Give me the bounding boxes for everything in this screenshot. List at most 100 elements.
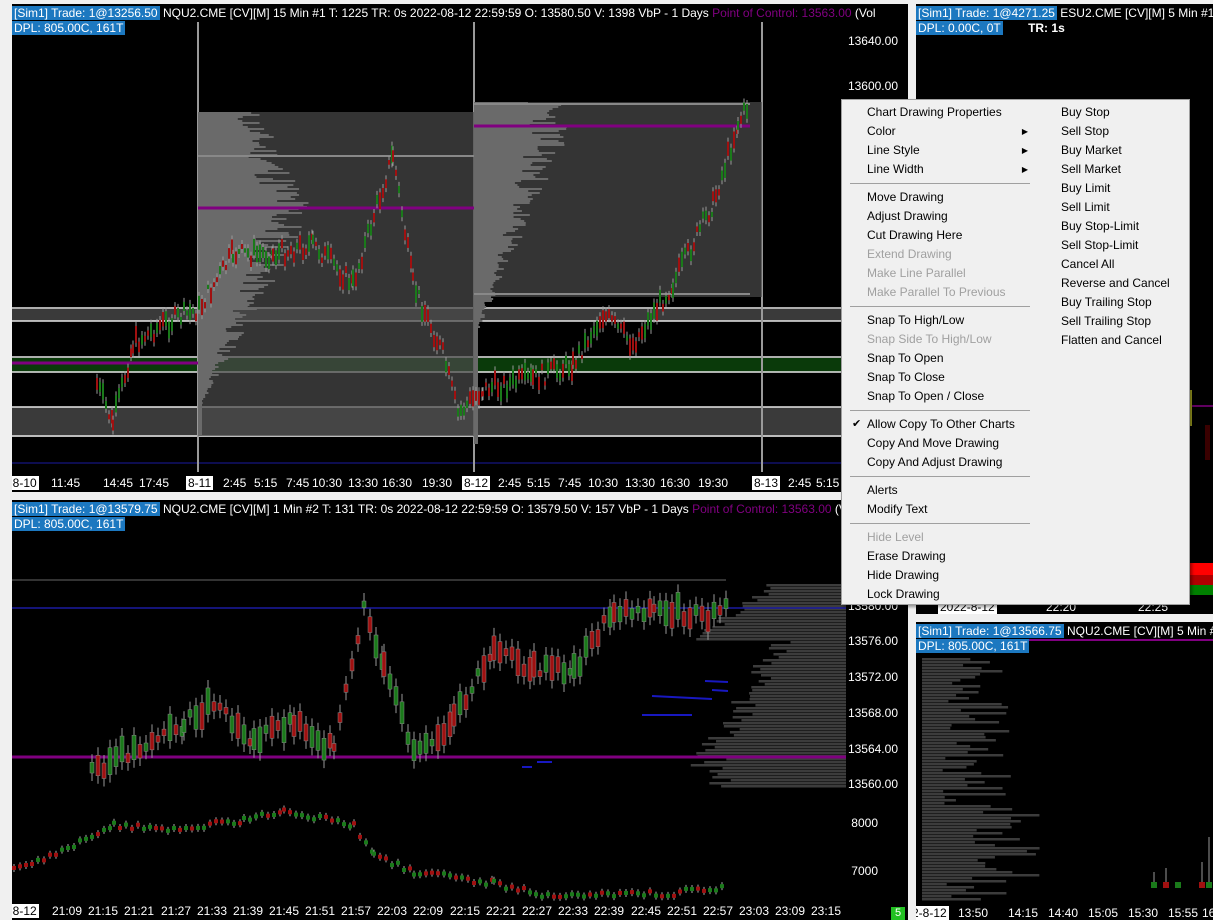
volume-profile-bar: [760, 674, 846, 677]
menu-item-sell-trailing-stop[interactable]: Sell Trailing Stop: [1041, 312, 1170, 331]
time-label: 14:15: [1008, 906, 1039, 920]
indicator-bar: [594, 893, 598, 898]
pane-splitter[interactable]: [12, 492, 908, 500]
price-label: 13576.00: [847, 634, 898, 648]
volume-profile-bar: [922, 793, 1006, 796]
volume-profile-bar: [704, 629, 846, 632]
menu-item-allow-copy-to-other-charts[interactable]: Allow Copy To Other Charts ✔: [842, 415, 1034, 434]
candle-body: [339, 269, 341, 287]
candle-body: [89, 761, 95, 774]
candle-body: [410, 255, 412, 269]
indicator-bar: [36, 857, 40, 862]
menu-item-sell-limit[interactable]: Sell Limit: [1041, 198, 1170, 217]
volume-profile-bar: [198, 234, 290, 236]
volume-profile-bar: [198, 188, 300, 190]
volume-profile-bar: [198, 310, 233, 312]
chart-nq-1min[interactable]: [Sim1] Trade: 1@13579.75 NQU2.CME [CV][M…: [12, 500, 908, 920]
candle-body: [183, 301, 185, 311]
indicator-bar: [516, 888, 520, 893]
chart-nq-1min-canvas[interactable]: [12, 500, 908, 920]
candle-body: [118, 388, 120, 399]
volume-profile-bar: [712, 626, 846, 629]
chart-nq-5min[interactable]: [Sim1] Trade: 1@13566.75 NQU2.CME [CV][M…: [916, 622, 1213, 920]
volume-profile-bar: [730, 779, 846, 782]
menu-item-modify-text[interactable]: Modify Text: [842, 500, 1034, 519]
menu-item-copy-and-adjust-drawing[interactable]: Copy And Adjust Drawing: [842, 453, 1034, 472]
menu-item-buy-stop-limit[interactable]: Buy Stop-Limit: [1041, 217, 1170, 236]
time-label: 10:30: [312, 476, 343, 490]
volume-profile-bar: [474, 350, 478, 352]
indicator-bar: [232, 821, 236, 826]
volume-profile-bar: [198, 236, 299, 238]
menu-item-flatten-and-cancel[interactable]: Flatten and Cancel: [1041, 331, 1170, 350]
volume-profile-bar: [474, 262, 498, 264]
menu-item-lock-drawing[interactable]: Lock Drawing: [842, 585, 1034, 604]
volume-profile-bar: [198, 120, 243, 122]
menu-item-hide-drawing[interactable]: Hide Drawing: [842, 566, 1034, 585]
volume-profile-bar: [702, 632, 846, 635]
volume-profile-bar: [709, 770, 846, 773]
volume-profile-bar: [474, 136, 564, 138]
menu-item-cancel-all[interactable]: Cancel All: [1041, 255, 1170, 274]
volume-profile-bar: [474, 170, 523, 172]
menu-item-snap-to-high-low[interactable]: Snap To High/Low: [842, 311, 1034, 330]
menu-item-move-drawing[interactable]: Move Drawing: [842, 188, 1034, 207]
menu-item-erase-drawing[interactable]: Erase Drawing: [842, 547, 1034, 566]
menu-item-line-width[interactable]: Line Width ▶: [842, 160, 1034, 179]
candle-body: [723, 598, 729, 610]
menu-item-sell-stop-limit[interactable]: Sell Stop-Limit: [1041, 236, 1170, 255]
menu-separator: [842, 302, 1034, 311]
chart-nq-15min-canvas[interactable]: [12, 4, 908, 492]
volume-profile-bar: [704, 761, 846, 764]
menu-item-line-style[interactable]: Line Style ▶: [842, 141, 1034, 160]
volume-profile-bar: [770, 644, 846, 647]
menu-item-cut-drawing-here[interactable]: Cut Drawing Here: [842, 226, 1034, 245]
menu-item-buy-trailing-stop[interactable]: Buy Trailing Stop: [1041, 293, 1170, 312]
volume-profile-bar: [474, 264, 499, 266]
candle-body: [223, 707, 229, 715]
menu-item-copy-and-move-drawing[interactable]: Copy And Move Drawing: [842, 434, 1034, 453]
candle-body: [207, 284, 209, 290]
volume-profile-bar: [198, 220, 272, 222]
menu-item-adjust-drawing[interactable]: Adjust Drawing: [842, 207, 1034, 226]
menu-item-reverse-and-cancel[interactable]: Reverse and Cancel: [1041, 274, 1170, 293]
volume-profile-bar: [198, 280, 276, 282]
menu-item-buy-limit[interactable]: Buy Limit: [1041, 179, 1170, 198]
menu-item-alerts[interactable]: Alerts: [842, 481, 1034, 500]
dom-bar-red: [1190, 563, 1213, 575]
vwap-segment: [704, 680, 729, 683]
volume-profile-bar: [922, 850, 1027, 853]
volume-profile-bar: [474, 354, 478, 356]
chart-nq-5min-canvas[interactable]: [916, 622, 1213, 920]
menu-item-sell-stop[interactable]: Sell Stop: [1041, 122, 1170, 141]
volume-profile-bar: [922, 772, 982, 775]
volume-profile-bar: [724, 623, 846, 626]
indicator-bar: [576, 892, 580, 897]
window-border: [0, 0, 12, 920]
menu-item-buy-stop[interactable]: Buy Stop: [1041, 103, 1170, 122]
date-label: 2-8-12: [12, 904, 39, 918]
candle-body: [607, 606, 613, 628]
volume-profile-bar: [198, 376, 211, 378]
volume-profile-bar: [922, 865, 986, 868]
volume-profile-bar: [198, 342, 227, 344]
volume-profile-bar: [474, 238, 513, 240]
menu-item-snap-to-open[interactable]: Snap To Open: [842, 349, 1034, 368]
menu-item-snap-to-close[interactable]: Snap To Close: [842, 368, 1034, 387]
volume-profile-bar: [474, 108, 553, 110]
candle-body: [387, 673, 393, 690]
volume-profile-bar: [773, 653, 846, 656]
indicator-bar: [696, 886, 700, 891]
pane-splitter[interactable]: [916, 614, 1213, 622]
candle-body: [488, 387, 490, 397]
menu-item-sell-market[interactable]: Sell Market: [1041, 160, 1170, 179]
chart-nq-15min[interactable]: [Sim1] Trade: 1@13256.50 NQU2.CME [CV][M…: [12, 4, 908, 492]
candle-body: [412, 272, 414, 281]
menu-item-snap-to-open-close[interactable]: Snap To Open / Close: [842, 387, 1034, 406]
menu-item-chart-drawing-properties[interactable]: Chart Drawing Properties: [842, 103, 1034, 122]
candle-body: [244, 248, 246, 253]
menu-item-buy-market[interactable]: Buy Market: [1041, 141, 1170, 160]
time-label: 21:27: [161, 904, 192, 918]
menu-item-color[interactable]: Color ▶: [842, 122, 1034, 141]
volume-profile-bar: [922, 673, 981, 676]
